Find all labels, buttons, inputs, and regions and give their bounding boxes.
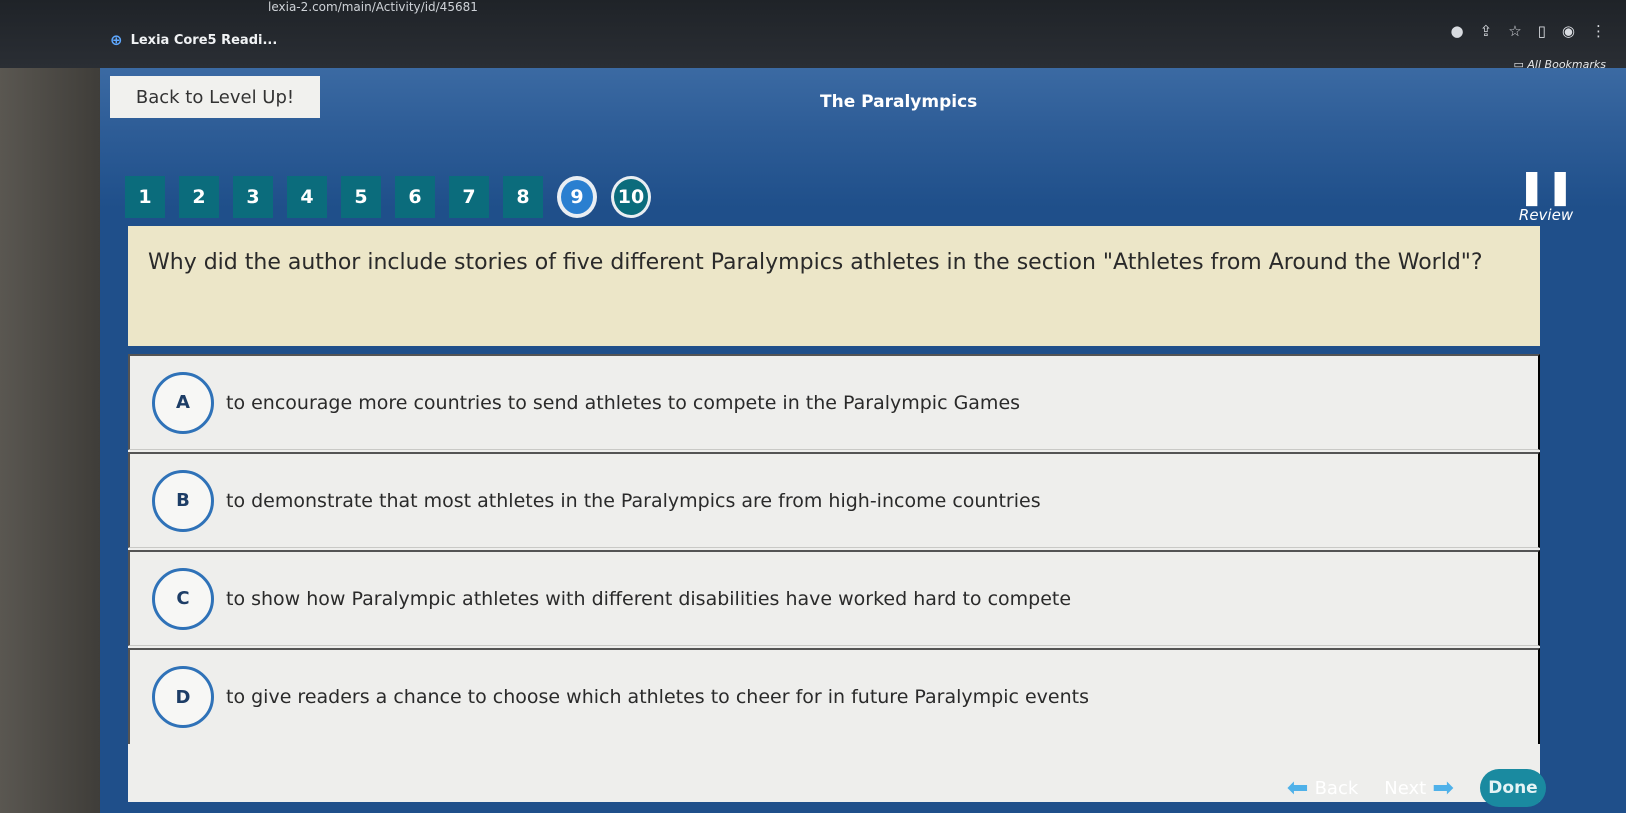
arrow-right-icon: ➡ (1432, 773, 1454, 803)
review-label: Review (1518, 206, 1574, 224)
answer-option-a[interactable]: A to encourage more countries to send at… (128, 354, 1540, 450)
answer-text: to encourage more countries to send athl… (226, 391, 1021, 414)
question-nav-9[interactable]: 9 (557, 176, 597, 218)
footer-navigation: ⬅ Back Next ➡ Done (1287, 769, 1546, 807)
browser-tab[interactable]: ⊕ Lexia Core5 Readi... (110, 28, 277, 52)
answer-letter: D (152, 666, 214, 728)
extension-icon[interactable]: ● (1451, 22, 1464, 40)
question-nav-5[interactable]: 5 (341, 176, 381, 218)
globe-icon: ⊕ (110, 31, 123, 49)
answer-option-d[interactable]: D to give readers a chance to choose whi… (128, 648, 1540, 744)
arrow-left-icon: ⬅ (1286, 773, 1309, 803)
page-title: The Paralympics (820, 92, 978, 112)
background-wall (0, 68, 100, 813)
question-nav-2[interactable]: 2 (179, 176, 219, 218)
profile-icon[interactable]: ◉ (1562, 22, 1575, 40)
done-button[interactable]: Done (1480, 769, 1546, 807)
sidebar-icon[interactable]: ▯ (1538, 22, 1546, 40)
answer-text: to give readers a chance to choose which… (226, 686, 1090, 708)
review-button[interactable]: ❚❚ Review (1516, 168, 1576, 224)
answer-letter: C (152, 567, 214, 630)
answer-letter: B (152, 469, 214, 532)
book-icon: ❚❚ (1517, 167, 1575, 207)
question-nav-3[interactable]: 3 (233, 176, 273, 218)
answer-option-b[interactable]: B to demonstrate that most athletes in t… (128, 452, 1540, 548)
answer-text: to show how Paralympic athletes with dif… (226, 587, 1072, 610)
question-nav-7[interactable]: 7 (449, 176, 489, 218)
answer-list: A to encourage more countries to send at… (128, 354, 1540, 802)
question-navigation: 1 2 3 4 5 6 7 8 9 10 (125, 176, 651, 218)
question-nav-1[interactable]: 1 (125, 176, 165, 218)
browser-chrome: lexia-2.com/main/Activity/id/45681 ⊕ Lex… (0, 0, 1626, 71)
star-icon[interactable]: ☆ (1508, 22, 1521, 40)
question-prompt: Why did the author include stories of fi… (128, 226, 1540, 346)
next-button[interactable]: Next ➡ (1384, 773, 1454, 803)
question-nav-10[interactable]: 10 (611, 176, 651, 218)
question-nav-6[interactable]: 6 (395, 176, 435, 218)
browser-toolbar: ● ⇪ ☆ ▯ ◉ ⋮ (1451, 22, 1606, 40)
answer-letter: A (152, 371, 214, 434)
answer-text: to demonstrate that most athletes in the… (226, 489, 1041, 512)
tab-title: Lexia Core5 Readi... (130, 32, 278, 48)
answer-option-c[interactable]: C to show how Paralympic athletes with d… (128, 550, 1540, 646)
lesson-app: Back to Level Up! The Paralympics 1 2 3 … (100, 68, 1626, 813)
share-icon[interactable]: ⇪ (1480, 22, 1493, 40)
back-to-level-button[interactable]: Back to Level Up! (110, 76, 320, 118)
url-bar[interactable]: lexia-2.com/main/Activity/id/45681 (268, 0, 478, 14)
back-button[interactable]: ⬅ Back (1287, 773, 1359, 803)
question-nav-8[interactable]: 8 (503, 176, 543, 218)
more-icon[interactable]: ⋮ (1591, 22, 1606, 40)
question-nav-4[interactable]: 4 (287, 176, 327, 218)
